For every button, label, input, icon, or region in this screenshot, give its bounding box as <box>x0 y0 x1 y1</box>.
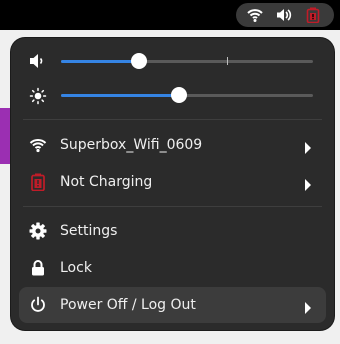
power-off-log-out-menu-item[interactable]: Power Off / Log Out <box>19 287 326 323</box>
battery-not-charging-icon <box>305 7 321 23</box>
wifi-icon <box>29 136 47 154</box>
lock-menu-item[interactable]: Lock <box>19 250 326 286</box>
chevron-right-icon <box>304 139 312 154</box>
lock-label: Lock <box>60 260 92 276</box>
battery-menu-item[interactable]: Not Charging <box>19 164 326 200</box>
gear-icon <box>29 222 47 240</box>
power-icon <box>29 296 47 314</box>
brightness-slider-row <box>11 80 334 110</box>
divider <box>23 206 322 207</box>
volume-slider-row <box>11 46 334 76</box>
quick-settings-menu: Superbox_Wifi_0609 Not Charging Settings… <box>11 38 334 330</box>
lock-icon <box>29 259 47 277</box>
volume-low-icon <box>29 53 47 69</box>
wifi-menu-item[interactable]: Superbox_Wifi_0609 <box>19 127 326 163</box>
volume-icon <box>276 7 292 23</box>
settings-menu-item[interactable]: Settings <box>19 213 326 249</box>
volume-slider-fill <box>61 60 140 63</box>
chevron-right-icon <box>304 299 312 314</box>
volume-slider[interactable] <box>61 53 313 69</box>
wifi-icon <box>247 7 263 23</box>
top-bar <box>0 0 340 30</box>
settings-label: Settings <box>60 223 118 239</box>
system-status-area[interactable] <box>236 3 334 27</box>
power-off-log-out-label: Power Off / Log Out <box>60 297 196 313</box>
volume-max-marker <box>227 57 229 65</box>
brightness-slider-fill <box>61 94 180 97</box>
chevron-right-icon <box>304 176 312 191</box>
battery-status-label: Not Charging <box>60 174 153 190</box>
battery-not-charging-icon <box>29 173 47 192</box>
divider <box>23 119 322 120</box>
wifi-network-label: Superbox_Wifi_0609 <box>60 137 203 153</box>
volume-slider-handle[interactable] <box>131 53 148 69</box>
brightness-slider[interactable] <box>61 87 313 103</box>
brightness-icon <box>29 87 47 105</box>
brightness-slider-handle[interactable] <box>171 87 188 103</box>
